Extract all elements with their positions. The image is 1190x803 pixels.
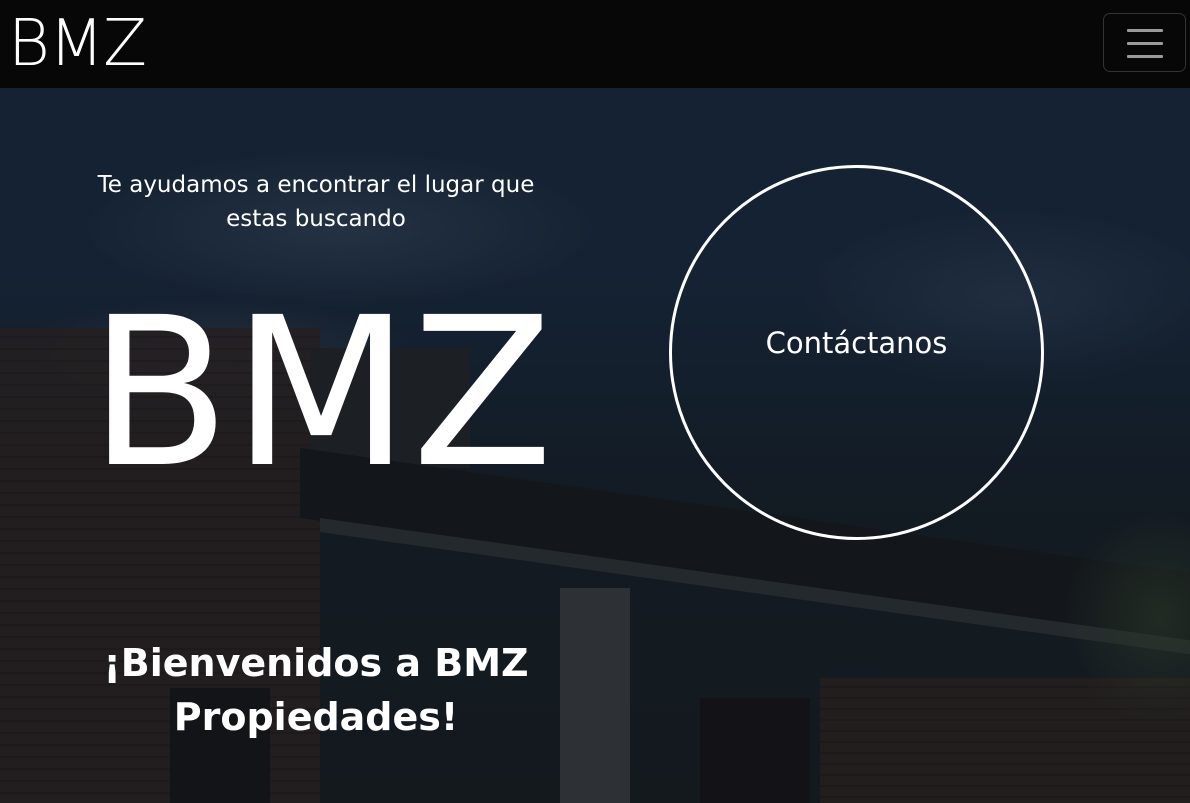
hero-section: Te ayudamos a encontrar el lugar que est…: [0, 88, 1190, 803]
hamburger-menu-icon: [1127, 29, 1163, 58]
contact-button[interactable]: Contáctanos: [669, 165, 1044, 540]
top-navbar: BMZ: [0, 0, 1190, 88]
hero-tagline: Te ayudamos a encontrar el lugar que est…: [97, 172, 535, 232]
hero-logo-text: BMZ: [88, 273, 556, 513]
brand-logo-link[interactable]: BMZ: [8, 4, 147, 84]
welcome-heading: ¡Bienvenidos a BMZ Propiedades!: [103, 641, 529, 739]
menu-toggle-button[interactable]: [1103, 13, 1186, 72]
contact-button-label: Contáctanos: [765, 326, 948, 360]
